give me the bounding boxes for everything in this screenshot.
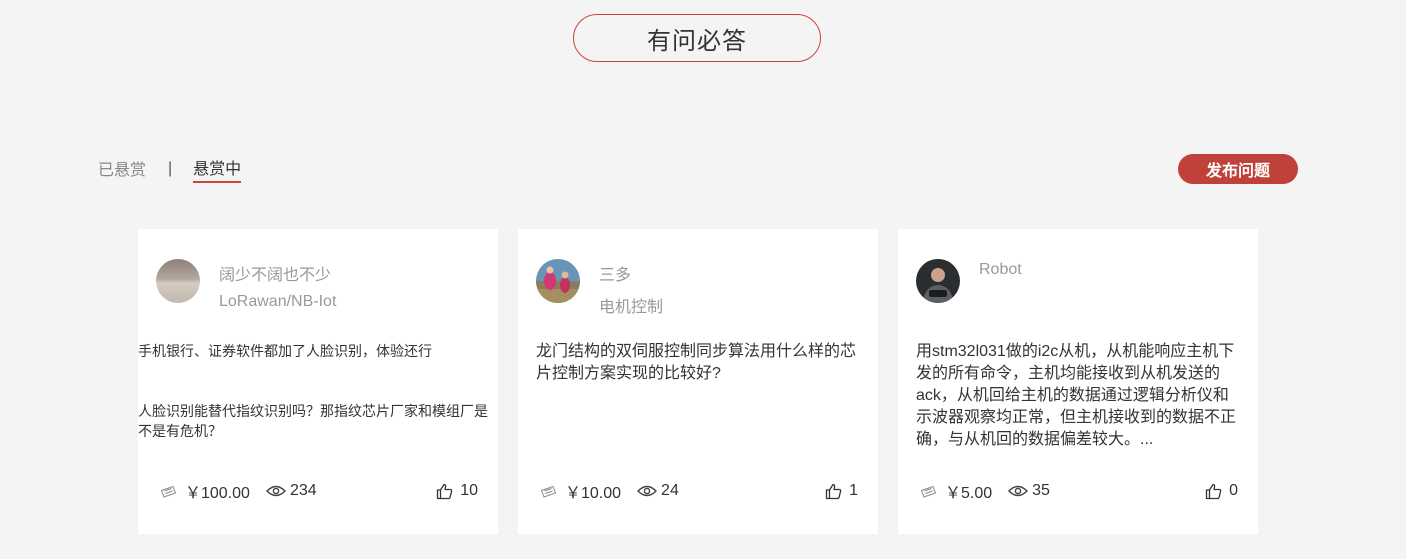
eye-icon bbox=[265, 485, 290, 497]
question-text[interactable]: 手机银行、证券软件都加了人脸识别，体验还行 人脸识别能替代指纹识别吗？那指纹芯片… bbox=[138, 341, 493, 441]
section-title: 有问必答 bbox=[573, 14, 821, 62]
views-stat: 24 bbox=[637, 482, 679, 500]
user-name[interactable]: 阔少不阔也不少 bbox=[219, 261, 331, 285]
avatar[interactable] bbox=[156, 259, 200, 303]
thumbs-up-icon bbox=[1205, 483, 1229, 500]
views-stat: 234 bbox=[265, 482, 317, 500]
likes-count: 0 bbox=[1229, 482, 1238, 499]
ticket-icon bbox=[540, 485, 557, 498]
tab-rewarded[interactable]: 已悬赏 bbox=[98, 156, 146, 182]
reward-amount: ￥10.00 bbox=[565, 485, 622, 502]
question-text[interactable]: 用stm32l031做的i2c从机，从机能响应主机下发的所有命令，主机均能接收到… bbox=[916, 341, 1238, 451]
likes-count: 1 bbox=[849, 482, 858, 499]
publish-question-button[interactable]: 发布问题 bbox=[1178, 154, 1298, 184]
user-tag: LoRawan/NB-Iot bbox=[219, 293, 337, 310]
reward-amount: ￥100.00 bbox=[185, 485, 250, 502]
thumbs-up-icon bbox=[436, 483, 460, 500]
question-paragraph: 人脸识别能替代指纹识别吗？那指纹芯片厂家和模组厂是不是有危机？ bbox=[138, 403, 488, 439]
reward-tabs: 已悬赏 | 悬赏中 bbox=[98, 155, 242, 183]
avatar[interactable] bbox=[916, 259, 960, 303]
ticket-icon bbox=[160, 485, 177, 498]
tab-separator: | bbox=[168, 160, 173, 177]
reward-amount: ￥5.00 bbox=[945, 485, 993, 502]
question-paragraph: 手机银行、证券软件都加了人脸识别，体验还行 bbox=[138, 343, 432, 359]
question-card[interactable]: 三多 电机控制 龙门结构的双伺服控制同步算法用什么样的芯片控制方案实现的比较好?… bbox=[518, 229, 878, 534]
reward-stat: ￥100.00 bbox=[160, 479, 250, 503]
views-count: 234 bbox=[289, 482, 317, 499]
question-stats: ￥10.00 24 1 bbox=[540, 479, 858, 503]
question-card[interactable]: 阔少不阔也不少 LoRawan/NB-Iot 手机银行、证券软件都加了人脸识别，… bbox=[138, 229, 498, 534]
eye-icon bbox=[637, 485, 661, 497]
reward-stat: ￥10.00 bbox=[540, 479, 621, 503]
user-name[interactable]: Robot bbox=[979, 261, 1022, 279]
user-tag: 电机控制 bbox=[599, 299, 664, 316]
like-button[interactable]: 0 bbox=[1205, 482, 1238, 500]
likes-count: 10 bbox=[460, 482, 478, 499]
question-text[interactable]: 龙门结构的双伺服控制同步算法用什么样的芯片控制方案实现的比较好? bbox=[536, 341, 858, 385]
ticket-icon bbox=[920, 485, 937, 498]
views-count: 24 bbox=[661, 482, 679, 499]
avatar[interactable] bbox=[536, 259, 580, 303]
question-stats: ￥5.00 35 0 bbox=[920, 479, 1238, 503]
like-button[interactable]: 1 bbox=[825, 482, 858, 500]
thumbs-up-icon bbox=[825, 483, 849, 500]
views-count: 35 bbox=[1032, 482, 1050, 499]
like-button[interactable]: 10 bbox=[436, 482, 478, 500]
question-card[interactable]: Robot 用stm32l031做的i2c从机，从机能响应主机下发的所有命令，主… bbox=[898, 229, 1258, 534]
user-name[interactable]: 三多 bbox=[599, 261, 631, 285]
eye-icon bbox=[1008, 485, 1032, 497]
views-stat: 35 bbox=[1008, 482, 1050, 500]
reward-stat: ￥5.00 bbox=[920, 479, 992, 503]
tab-rewarding[interactable]: 悬赏中 bbox=[193, 155, 242, 183]
question-stats: ￥100.00 234 10 bbox=[160, 479, 478, 503]
